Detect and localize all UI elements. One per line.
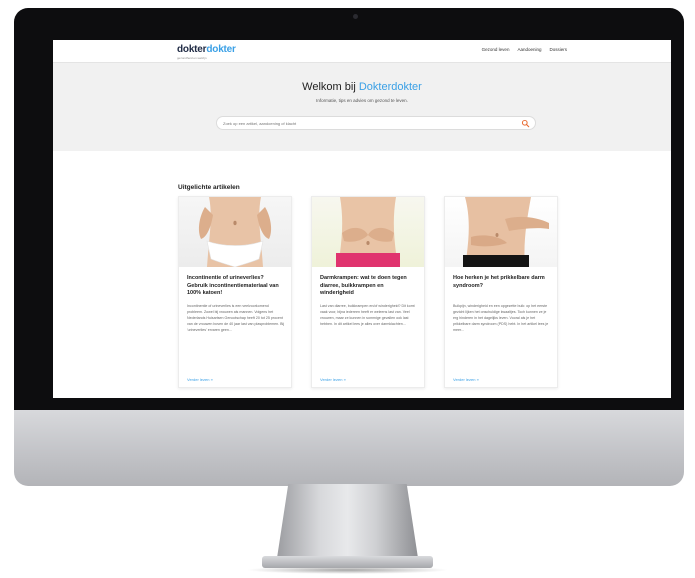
article-image-incontinence[interactable] [179, 197, 291, 267]
article-title[interactable]: Incontinentie of urineverlies? Gebruik i… [187, 275, 285, 298]
featured-heading: Uitgelichte artikelen [178, 184, 240, 191]
belly-hands-illustration [336, 197, 400, 267]
monitor-stand-neck [277, 484, 418, 558]
imac-monitor: dokterdokter gezondheid en welzijn Gezon… [14, 8, 684, 486]
monitor-stand-foot [262, 556, 433, 568]
body-underwear-illustration [198, 197, 272, 267]
search-icon[interactable] [521, 119, 530, 128]
read-more-link[interactable]: Verder lezen » [453, 377, 479, 382]
article-title[interactable]: Hoe herken je het prikkelbare darm syndr… [453, 275, 551, 290]
article-excerpt: Last van diarree, buikkrampen en/of wind… [320, 304, 415, 326]
nav-item-gezond-leven[interactable]: Gezond leven [482, 47, 510, 52]
nav-item-dossiers[interactable]: Dossiers [549, 47, 567, 52]
search-bar [216, 116, 536, 130]
article-card[interactable]: Darmkrampen: wat te doen tegen diarree, … [311, 196, 425, 388]
article-image-cramps[interactable] [312, 197, 424, 267]
logo-tagline: gezondheid en welzijn [177, 56, 207, 60]
browser-viewport: dokterdokter gezondheid en welzijn Gezon… [53, 40, 671, 398]
camera-dot [353, 14, 358, 19]
nav-item-aandoening[interactable]: Aandoening [517, 47, 541, 52]
article-card[interactable]: Hoe herken je het prikkelbare darm syndr… [444, 196, 558, 388]
hero-subtitle: Informatie, tips en advies om gezond te … [316, 98, 408, 103]
site-header: dokterdokter gezondheid en welzijn Gezon… [53, 40, 671, 63]
hero-section: Welkom bij Dokterdokter Informatie, tips… [53, 63, 671, 151]
search-input[interactable] [223, 119, 513, 128]
featured-articles: Incontinentie of urineverlies? Gebruik i… [178, 196, 558, 388]
article-excerpt: Buikpijn, winderigheid en een opgezette … [453, 304, 549, 332]
article-excerpt: Incontinentie of urineverlies is een vee… [187, 304, 285, 332]
article-image-ibs[interactable] [445, 197, 557, 267]
hero-title: Welkom bij Dokterdokter [53, 81, 671, 93]
main-nav: Gezond leven Aandoening Dossiers [482, 47, 567, 52]
logo-part-accent: dokter [206, 44, 236, 55]
logo-part-dark: dokter [177, 44, 207, 55]
read-more-link[interactable]: Verder lezen » [320, 377, 346, 382]
hero-title-prefix: Welkom bij [302, 81, 359, 93]
hero-title-accent: Dokterdokter [358, 81, 422, 93]
monitor-mockup: dokterdokter gezondheid en welzijn Gezon… [0, 0, 695, 578]
belly-ache-illustration [463, 197, 549, 267]
article-title[interactable]: Darmkrampen: wat te doen tegen diarree, … [320, 275, 418, 298]
monitor-chin [14, 410, 684, 486]
article-card[interactable]: Incontinentie of urineverlies? Gebruik i… [178, 196, 292, 388]
site-logo[interactable]: dokterdokter [177, 44, 236, 55]
read-more-link[interactable]: Verder lezen » [187, 377, 213, 382]
screen-bezel: dokterdokter gezondheid en welzijn Gezon… [14, 8, 684, 410]
